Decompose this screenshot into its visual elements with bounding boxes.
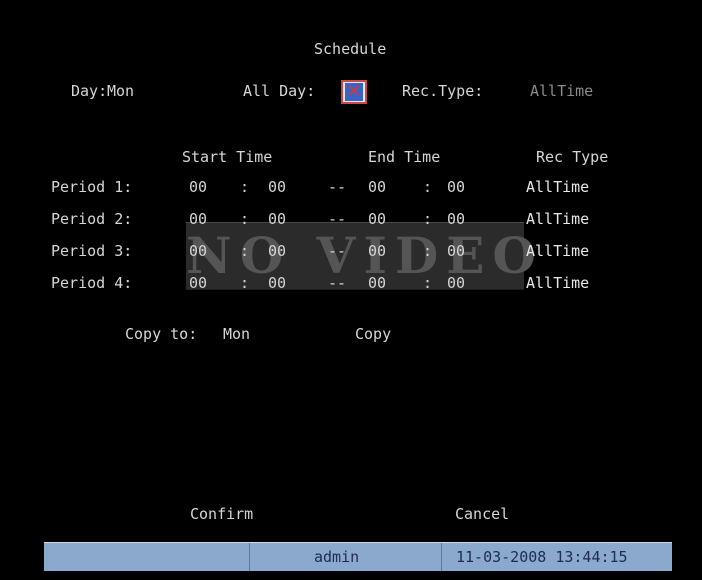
header-end-time: End Time [368,148,441,166]
header-start-time: Start Time [182,148,273,166]
period-rec-type-select[interactable]: AllTime [526,274,589,292]
status-segment-empty [44,543,249,571]
confirm-button[interactable]: Confirm [190,505,253,523]
period-label: Period 2: [51,210,133,228]
colon: : [240,274,250,292]
start-minute-field[interactable]: 00 [268,242,286,260]
dash: -- [328,210,347,228]
cancel-button[interactable]: Cancel [455,505,509,523]
colon: : [240,242,250,260]
copy-button[interactable]: Copy [355,325,391,343]
colon: : [423,210,433,228]
status-segment-user: admin [249,543,441,571]
all-day-checkbox[interactable]: ✕ [341,80,367,104]
day-select[interactable]: Mon [107,82,134,100]
all-day-label: All Day: [243,82,316,100]
start-hour-field[interactable]: 00 [189,178,207,196]
end-minute-field[interactable]: 00 [447,210,465,228]
colon: : [423,242,433,260]
day-label: Day: [71,82,108,100]
colon: : [423,274,433,292]
end-hour-field[interactable]: 00 [368,242,386,260]
watermark-text: NO VIDEO [186,226,544,285]
colon: : [240,210,250,228]
rec-type-select[interactable]: AllTime [530,82,593,100]
period-rec-type-select[interactable]: AllTime [526,242,589,260]
start-hour-field[interactable]: 00 [189,274,207,292]
period-label: Period 3: [51,242,133,260]
status-datetime: 11-03-2008 13:44:15 [456,548,628,566]
dash: -- [328,178,347,196]
start-minute-field[interactable]: 00 [268,210,286,228]
copy-to-label: Copy to: [125,325,198,343]
status-segment-datetime: 11-03-2008 13:44:15 [441,543,672,571]
colon: : [423,178,433,196]
dash: -- [328,274,347,292]
start-hour-field[interactable]: 00 [189,210,207,228]
period-label: Period 1: [51,178,133,196]
end-minute-field[interactable]: 00 [447,178,465,196]
check-mark-icon: ✕ [345,81,363,102]
period-rec-type-select[interactable]: AllTime [526,210,589,228]
status-user: admin [314,548,360,566]
header-rec-type: Rec Type [536,148,609,166]
start-hour-field[interactable]: 00 [189,242,207,260]
period-label: Period 4: [51,274,133,292]
end-minute-field[interactable]: 00 [447,274,465,292]
rec-type-label: Rec.Type: [402,82,484,100]
end-minute-field[interactable]: 00 [447,242,465,260]
copy-to-select[interactable]: Mon [223,325,250,343]
end-hour-field[interactable]: 00 [368,178,386,196]
dvr-screen: NO VIDEO Schedule Day: Mon All Day: ✕ Re… [0,0,702,580]
colon: : [240,178,250,196]
end-hour-field[interactable]: 00 [368,274,386,292]
end-hour-field[interactable]: 00 [368,210,386,228]
dash: -- [328,242,347,260]
status-bar: admin 11-03-2008 13:44:15 [44,542,672,571]
no-video-watermark: NO VIDEO [186,222,544,290]
page-title: Schedule [314,40,387,58]
period-rec-type-select[interactable]: AllTime [526,178,589,196]
start-minute-field[interactable]: 00 [268,274,286,292]
start-minute-field[interactable]: 00 [268,178,286,196]
